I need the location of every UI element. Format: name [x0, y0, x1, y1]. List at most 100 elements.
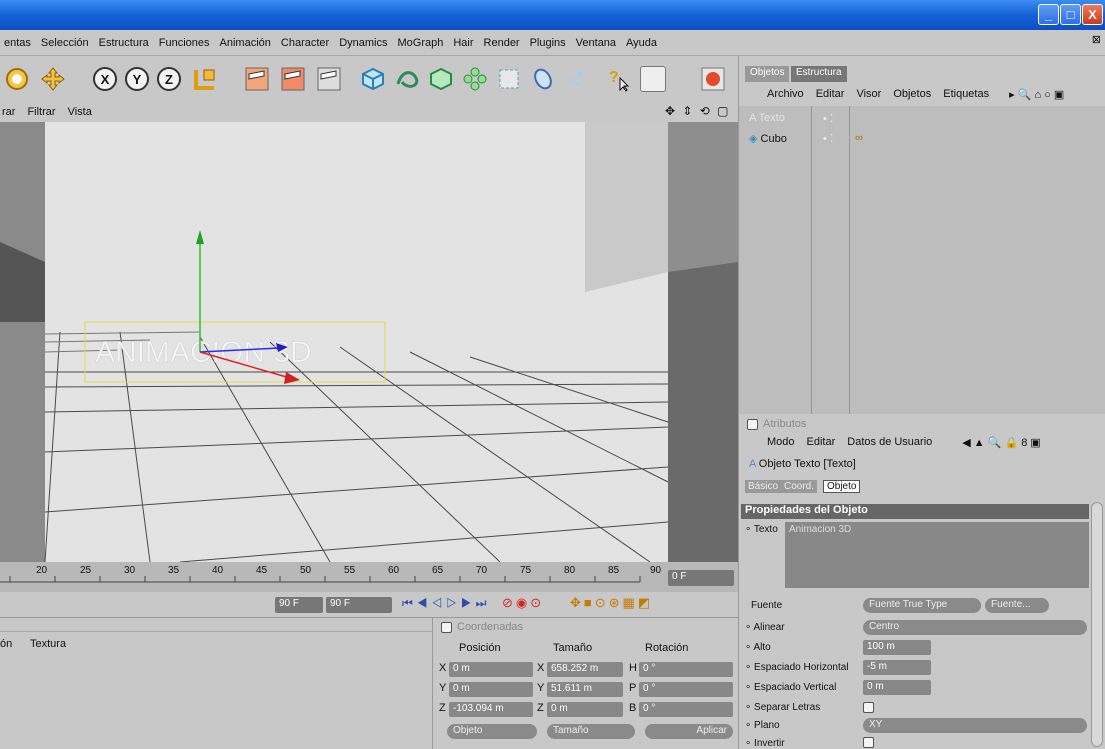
size-z-field[interactable]: 0 m — [547, 702, 623, 717]
spline-pen-icon[interactable] — [392, 64, 422, 94]
menu-objetos[interactable]: Objetos — [893, 88, 931, 100]
menu-render[interactable]: Render — [484, 37, 520, 49]
position-y-field[interactable]: 0 m — [449, 682, 533, 697]
key-mode-icons[interactable]: ✥■⊙⊛▦◩ — [570, 595, 653, 611]
render-picture-icon[interactable] — [278, 64, 308, 94]
tag-icon[interactable]: ∞ — [855, 132, 863, 144]
viewport-nav-icons[interactable]: ✥ ⇕ ⟲ ▢ — [665, 104, 731, 118]
attributes-toggle[interactable] — [747, 419, 758, 430]
viewport-menu-vista[interactable]: Vista — [68, 106, 92, 118]
menu-estructura[interactable]: Estructura — [99, 37, 149, 49]
tab-basico[interactable]: Básico — [745, 480, 782, 493]
menu-visor[interactable]: Visor — [856, 88, 881, 100]
menu-mograph[interactable]: MoGraph — [397, 37, 443, 49]
tick-label: 85 — [608, 565, 620, 576]
menu-ventana[interactable]: Ventana — [576, 37, 616, 49]
viewport-menu-filtrar[interactable]: Filtrar — [27, 106, 55, 118]
coordinates-toggle[interactable] — [441, 622, 452, 633]
plane-dropdown[interactable]: XY — [863, 718, 1087, 733]
menu-seleccion[interactable]: Selección — [41, 37, 89, 49]
tab-estructura[interactable]: Estructura — [791, 66, 847, 82]
menu-character[interactable]: Character — [281, 37, 329, 49]
y-axis-lock-icon[interactable]: Y — [122, 64, 152, 94]
size-y-field[interactable]: 51.611 m — [547, 682, 623, 697]
menu-editar[interactable]: Editar — [816, 88, 845, 100]
material-manager: ón Textura — [0, 618, 432, 749]
visibility-dots-icon[interactable]: • ⁚ — [823, 112, 833, 125]
nurbs-icon[interactable] — [426, 64, 456, 94]
horizontal-spacing-field[interactable]: -5 m — [863, 660, 931, 675]
object-manager-tools-icon[interactable]: ▸ 🔍 ⌂ ○ ▣ — [1009, 88, 1064, 101]
menu-animacion[interactable]: Animación — [220, 37, 271, 49]
tick-label: 45 — [256, 565, 268, 576]
cube-primitive-icon[interactable] — [358, 64, 388, 94]
attribute-tools-icon[interactable]: ◀ ▲ 🔍 🔒 8 ▣ — [962, 436, 1041, 449]
browser-icon[interactable] — [698, 64, 728, 94]
panel-close-icon[interactable]: ⊠ — [1092, 33, 1101, 46]
font-type-dropdown[interactable]: Fuente True Type — [863, 598, 981, 613]
list-item[interactable]: A Texto — [749, 112, 785, 124]
menu-funciones[interactable]: Funciones — [159, 37, 210, 49]
minimize-button[interactable]: _ — [1038, 4, 1059, 25]
3d-viewport[interactable]: ANIMACION 3D — [0, 122, 738, 562]
end-frame-field[interactable]: 90 F — [275, 597, 323, 613]
menu-ayuda[interactable]: Ayuda — [626, 37, 657, 49]
z-axis-lock-icon[interactable]: Z — [154, 64, 184, 94]
playback-controls-icon[interactable]: ⏮◀◁▷▶⏭ — [402, 596, 490, 611]
array-icon[interactable] — [460, 64, 490, 94]
size-x-field[interactable]: 658.252 m — [547, 662, 623, 677]
close-button[interactable]: X — [1082, 4, 1103, 25]
max-frame-field[interactable]: 90 F — [326, 597, 392, 613]
current-frame-field[interactable]: 0 F — [668, 570, 734, 586]
menu-archivo[interactable]: Archivo — [767, 88, 804, 100]
axis-label: Y — [537, 682, 545, 694]
tab-objeto[interactable]: Objeto — [823, 480, 861, 493]
tick-label: 40 — [212, 565, 224, 576]
menu-plugins[interactable]: Plugins — [530, 37, 566, 49]
object-mode-dropdown[interactable]: Objeto — [447, 724, 537, 739]
render-settings-icon[interactable] — [314, 64, 344, 94]
rotation-p-field[interactable]: 0 ° — [639, 682, 733, 697]
maximize-button[interactable]: □ — [1060, 4, 1081, 25]
list-item[interactable]: ◈ Cubo — [749, 132, 787, 145]
menu-dynamics[interactable]: Dynamics — [339, 37, 387, 49]
attributes-scrollbar[interactable] — [1091, 502, 1103, 747]
layout-icon[interactable] — [638, 64, 668, 94]
viewport-menu-item[interactable]: rar — [2, 106, 15, 118]
menu-herramientas[interactable]: entas — [4, 37, 31, 49]
visibility-dots-icon[interactable]: • ⁚ — [823, 132, 833, 145]
timeline-ruler[interactable]: 20 25 30 35 40 45 50 55 60 65 70 75 80 8… — [0, 562, 738, 592]
invertir-checkbox[interactable] — [863, 737, 874, 748]
menu-editar[interactable]: Editar — [807, 436, 836, 448]
render-view-icon[interactable] — [242, 64, 272, 94]
apply-button[interactable]: Aplicar — [645, 724, 733, 739]
align-dropdown[interactable]: Centro — [863, 620, 1087, 635]
menu-modo[interactable]: Modo — [767, 436, 795, 448]
menu-datos-usuario[interactable]: Datos de Usuario — [847, 436, 932, 448]
rotation-h-field[interactable]: 0 ° — [639, 662, 733, 677]
move-tool-icon[interactable] — [38, 64, 68, 94]
size-mode-dropdown[interactable]: Tamaño — [547, 724, 635, 739]
deformer-icon[interactable] — [494, 64, 524, 94]
position-x-field[interactable]: 0 m — [449, 662, 533, 677]
tab-objetos[interactable]: Objetos — [745, 66, 790, 82]
help-cursor-icon[interactable]: ? — [604, 64, 634, 94]
menu-hair[interactable]: Hair — [453, 37, 473, 49]
record-keys-icon[interactable]: ⊘◉⊙ — [502, 595, 544, 611]
separar-letras-checkbox[interactable] — [863, 702, 874, 713]
texto-textarea[interactable]: Animacion 3D — [785, 522, 1089, 588]
vertical-spacing-field[interactable]: 0 m — [863, 680, 931, 695]
menu-etiquetas[interactable]: Etiquetas — [943, 88, 989, 100]
rotation-b-field[interactable]: 0 ° — [639, 702, 733, 717]
scene-object-icon[interactable] — [528, 64, 558, 94]
axis-label: Z — [537, 702, 544, 714]
menu-bar: entas Selección Estructura Funciones Ani… — [0, 30, 1105, 56]
x-axis-lock-icon[interactable]: X — [90, 64, 120, 94]
tab-coord[interactable]: Coord. — [781, 480, 818, 493]
font-button[interactable]: Fuente... — [985, 598, 1049, 613]
light-icon[interactable] — [560, 64, 590, 94]
position-z-field[interactable]: -103.094 m — [449, 702, 533, 717]
coordinate-system-icon[interactable] — [190, 64, 220, 94]
height-field[interactable]: 100 m — [863, 640, 931, 655]
rotate-tool-icon[interactable] — [2, 64, 32, 94]
